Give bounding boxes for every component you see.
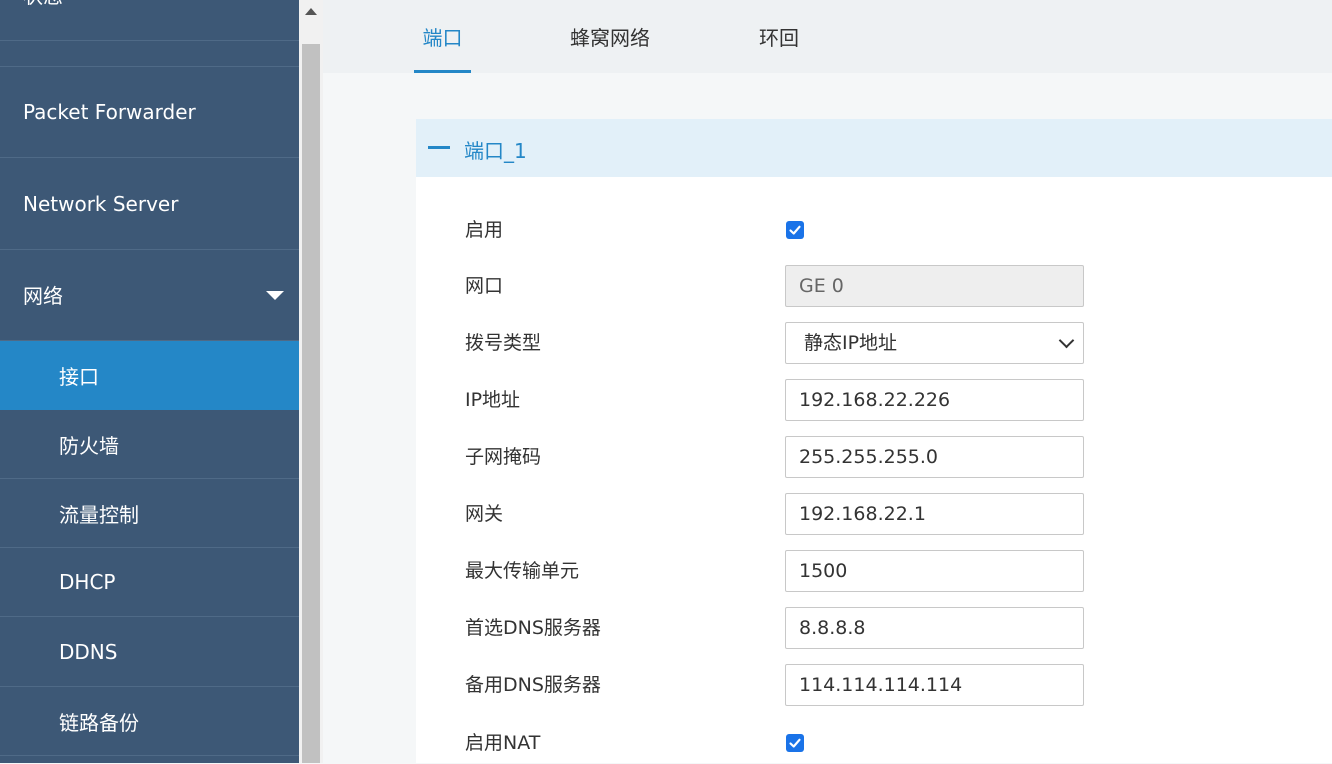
port-panel: 端口_1 启用 网口 拨号类型 静态IP地址 IP地址 — [416, 119, 1332, 763]
sidebar-item-label: DDNS — [59, 640, 118, 664]
sidebar: 状态 Packet Forwarder Network Server 网络 接口… — [0, 0, 299, 763]
field-label: 首选DNS服务器 — [465, 617, 601, 639]
field-row-dns1: 首选DNS服务器 — [416, 607, 1332, 649]
check-icon — [789, 738, 801, 748]
netmask-input[interactable] — [785, 436, 1084, 478]
sidebar-item-firewall[interactable]: 防火墙 — [0, 410, 299, 479]
primary-dns-input[interactable] — [785, 607, 1084, 649]
check-icon — [789, 225, 801, 235]
field-label: IP地址 — [465, 389, 521, 411]
dial-type-select[interactable]: 静态IP地址 — [785, 322, 1084, 364]
sidebar-item-link-backup[interactable]: 链路备份 — [0, 687, 299, 756]
field-row-dial-type: 拨号类型 静态IP地址 — [416, 322, 1332, 364]
sidebar-item-label: 状态 — [23, 0, 63, 9]
enable-checkbox[interactable] — [786, 221, 804, 239]
tab-port[interactable]: 端口 — [414, 0, 471, 73]
gateway-input[interactable] — [785, 493, 1084, 535]
field-label: 子网掩码 — [465, 446, 542, 468]
field-row-mtu: 最大传输单元 — [416, 550, 1332, 592]
sidebar-item-label: 防火墙 — [59, 433, 119, 458]
sidebar-scrollbar[interactable] — [299, 0, 323, 763]
tab-bar: 端口 蜂窝网络 环回 — [323, 0, 1332, 73]
ip-address-input[interactable] — [785, 379, 1084, 421]
sidebar-item-label: DHCP — [59, 570, 116, 594]
tab-label: 端口 — [422, 26, 463, 50]
sidebar-item-network-server[interactable]: Network Server — [0, 158, 299, 250]
field-row-port: 网口 — [416, 265, 1332, 307]
field-row-ip: IP地址 — [416, 379, 1332, 421]
panel-header[interactable]: 端口_1 — [416, 119, 1332, 177]
collapse-minus-icon[interactable] — [428, 146, 450, 149]
sidebar-item-label: 网络 — [23, 284, 63, 308]
field-label: 网口 — [465, 275, 504, 297]
sidebar-item-interface[interactable]: 接口 — [0, 341, 299, 410]
sidebar-item-status[interactable]: 状态 — [0, 0, 299, 41]
caret-down-icon — [266, 290, 284, 300]
dial-type-value: 静态IP地址 — [785, 322, 1084, 364]
sidebar-item-label: 接口 — [59, 364, 99, 389]
sidebar-item-label: 流量控制 — [59, 502, 139, 527]
sidebar-item-packet-forwarder[interactable]: Packet Forwarder — [0, 66, 299, 158]
field-label: 启用NAT — [465, 732, 541, 754]
sidebar-item-label: Packet Forwarder — [23, 100, 196, 124]
field-label: 最大传输单元 — [465, 560, 580, 582]
sidebar-item-label: Network Server — [23, 191, 179, 216]
tab-label: 环回 — [759, 26, 799, 50]
field-row-gateway: 网关 — [416, 493, 1332, 535]
field-row-nat: 启用NAT — [416, 722, 1332, 764]
tab-label: 蜂窝网络 — [570, 26, 650, 50]
port-field — [785, 265, 1084, 307]
sidebar-item-dhcp[interactable]: DHCP — [0, 548, 299, 617]
field-label: 网关 — [465, 503, 504, 525]
main-content: 端口 蜂窝网络 环回 端口_1 启用 网口 拨号类型 — [323, 0, 1332, 763]
tab-cellular[interactable]: 蜂窝网络 — [565, 0, 655, 73]
scroll-up-arrow-icon[interactable] — [305, 8, 317, 15]
tab-loopback[interactable]: 环回 — [753, 0, 805, 73]
sidebar-item-ddns[interactable]: DDNS — [0, 618, 299, 687]
panel-title: 端口_1 — [464, 139, 527, 163]
field-label: 启用 — [465, 219, 504, 241]
sidebar-item-network[interactable]: 网络 — [0, 249, 299, 341]
mtu-input[interactable] — [785, 550, 1084, 592]
nat-checkbox[interactable] — [786, 734, 804, 752]
secondary-dns-input[interactable] — [785, 664, 1084, 706]
sidebar-item-traffic-control[interactable]: 流量控制 — [0, 479, 299, 548]
field-label: 备用DNS服务器 — [465, 674, 601, 696]
field-row-enable: 启用 — [416, 209, 1332, 251]
field-label: 拨号类型 — [465, 332, 542, 354]
field-row-netmask: 子网掩码 — [416, 436, 1332, 478]
scrollbar-thumb[interactable] — [302, 44, 320, 763]
sidebar-item-label: 链路备份 — [59, 710, 139, 735]
field-row-dns2: 备用DNS服务器 — [416, 664, 1332, 706]
